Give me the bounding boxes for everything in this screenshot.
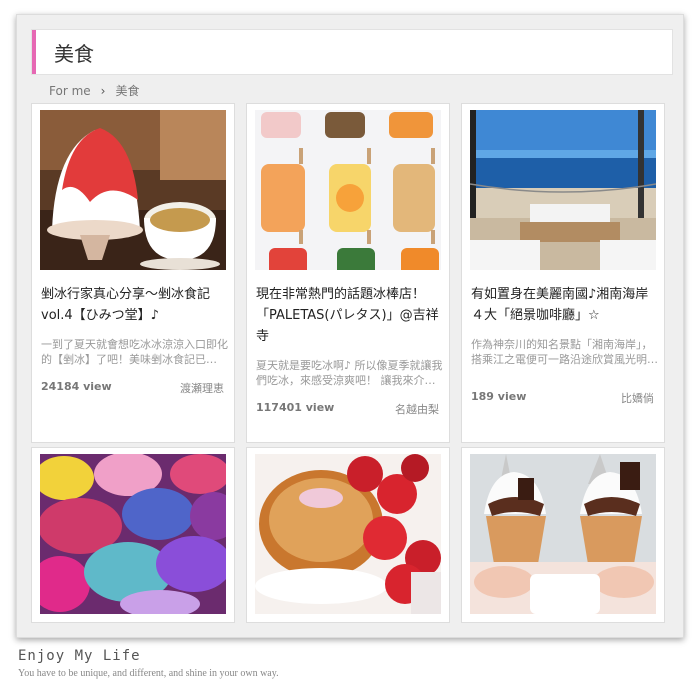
article-title[interactable]: 有如置身在美麗南國♪湘南海岸４大「絕景咖啡廳」☆ — [471, 284, 659, 326]
article-card[interactable] — [246, 447, 450, 623]
article-thumbnail-pie[interactable] — [255, 454, 441, 614]
page-header: 美食 — [31, 29, 673, 75]
article-thumbnail-seaside-cafe[interactable] — [470, 110, 656, 270]
article-card[interactable]: 有如置身在美麗南國♪湘南海岸４大「絕景咖啡廳」☆ 作為神奈川的知名景點「湘南海岸… — [461, 103, 665, 443]
article-card[interactable]: 現在非常熱門的話題冰棒店！「PALETAS(パレタス)」@吉祥寺 夏天就是要吃冰… — [246, 103, 450, 443]
view-count: 189 view — [471, 390, 527, 403]
author-name[interactable]: 名越由梨 — [395, 401, 439, 417]
article-thumbnail-macarons[interactable] — [40, 454, 226, 614]
view-count: 24184 view — [41, 380, 112, 393]
article-card[interactable]: 剉冰行家真心分享～剉冰食記vol.4【ひみつ堂】♪ 一到了夏天就會想吃冰冰涼涼入… — [31, 103, 235, 443]
breadcrumb: For me › 美食 — [49, 82, 139, 99]
author-name[interactable]: 渡瀬理恵 — [180, 380, 224, 396]
article-card[interactable] — [31, 447, 235, 623]
article-excerpt: 作為神奈川的知名景點「湘南海岸」，搭乘江之電便可一路沿途欣賞風光明… — [471, 338, 658, 366]
article-card[interactable] — [461, 447, 665, 623]
article-excerpt: 夏天就是要吃冰啊♪ 所以像夏季就讓我們吃冰，來感受涼爽吧！ 讓我來介… — [256, 359, 443, 387]
footer-signature: Enjoy My Life — [18, 648, 141, 664]
footer-tagline: You have to be unique, and different, an… — [18, 668, 279, 679]
article-excerpt: 一到了夏天就會想吃冰冰涼涼入口即化的【剉冰】了吧！美味剉冰食記已… — [41, 338, 228, 366]
article-title[interactable]: 剉冰行家真心分享～剉冰食記vol.4【ひみつ堂】♪ — [41, 284, 229, 326]
article-thumbnail-paletas[interactable] — [255, 110, 441, 270]
breadcrumb-home-link[interactable]: For me — [49, 84, 91, 98]
article-thumbnail-softserve[interactable] — [470, 454, 656, 614]
view-count: 117401 view — [256, 401, 335, 414]
breadcrumb-current: 美食 — [115, 84, 140, 98]
breadcrumb-separator-icon: › — [100, 84, 106, 98]
article-title[interactable]: 現在非常熱門的話題冰棒店！「PALETAS(パレタス)」@吉祥寺 — [256, 284, 444, 347]
article-thumbnail-kakigori[interactable] — [40, 110, 226, 270]
page-title: 美食 — [54, 42, 94, 66]
header-accent-bar — [32, 30, 36, 74]
content-frame: 美食 For me › 美食 剉冰行家真心分享～剉冰食記vol.4【ひみつ堂】♪ — [16, 14, 684, 638]
author-name[interactable]: 比嬌倘 — [621, 390, 654, 406]
